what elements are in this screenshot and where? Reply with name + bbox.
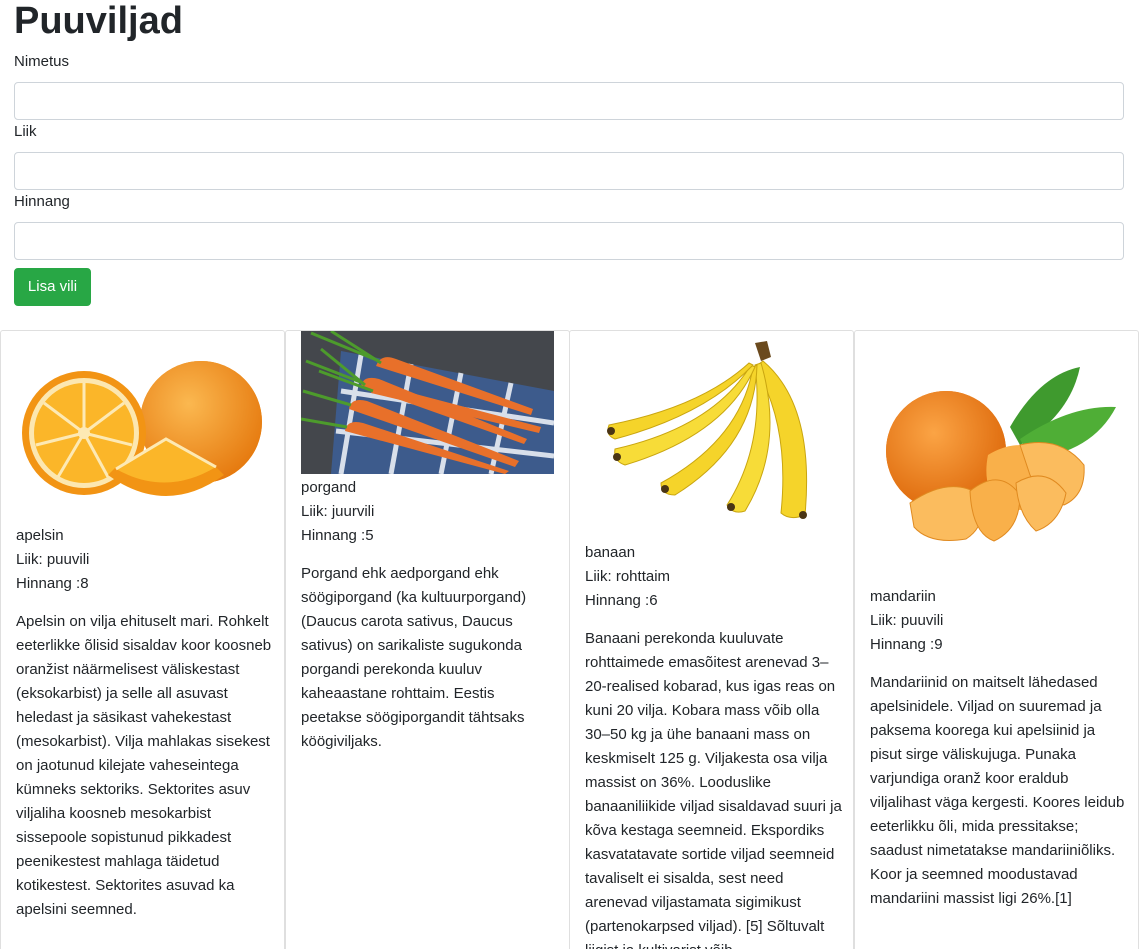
fruit-card: banaan Liik: rohttaim Hinnang :6 Banaani… <box>569 330 854 949</box>
fruit-kind: Liik: juurvili <box>301 503 375 520</box>
rating-input[interactable] <box>14 222 1124 260</box>
kind-label: Liik <box>14 123 37 140</box>
fruit-card: apelsin Liik: puuvili Hinnang :8 Apelsin… <box>0 330 285 949</box>
fruit-kind: Liik: rohttaim <box>585 568 671 585</box>
carrot-image <box>301 331 554 474</box>
fruit-card: mandariin Liik: puuvili Hinnang :9 Manda… <box>854 330 1139 949</box>
fruit-name: apelsin <box>16 527 64 544</box>
fruit-rating: Hinnang :6 <box>585 592 658 609</box>
fruit-card-body: banaan Liik: rohttaim Hinnang :6 Banaani… <box>585 541 843 949</box>
mandarin-image <box>870 355 1123 555</box>
fruit-description: Mandariinid on maitselt lähedased apelsi… <box>870 674 1125 907</box>
fruit-kind: Liik: puuvili <box>870 612 944 629</box>
name-label: Nimetus <box>14 53 70 70</box>
fruit-card: porgand Liik: juurvili Hinnang :5 Porgan… <box>285 330 570 949</box>
orange-image <box>16 347 269 522</box>
fruit-card-body: porgand Liik: juurvili Hinnang :5 Porgan… <box>301 476 559 754</box>
add-fruit-button[interactable]: Lisa vili <box>14 268 91 306</box>
fruit-description: Banaani perekonda kuuluvate rohttaimede … <box>585 630 842 949</box>
kind-input[interactable] <box>14 152 1124 190</box>
banana-image <box>585 335 838 537</box>
fruit-kind: Liik: puuvili <box>16 551 90 568</box>
fruit-name: mandariin <box>870 588 936 605</box>
fruit-card-body: mandariin Liik: puuvili Hinnang :9 Manda… <box>870 585 1128 911</box>
fruit-name: banaan <box>585 544 636 561</box>
fruit-description: Porgand ehk aedporgand ehk söögiporgand … <box>301 565 527 750</box>
fruit-card-list: apelsin Liik: puuvili Hinnang :8 Apelsin… <box>0 330 1143 949</box>
fruit-rating: Hinnang :9 <box>870 636 943 653</box>
fruit-description: Apelsin on vilja ehituselt mari. Rohkelt… <box>16 613 272 918</box>
fruit-name: porgand <box>301 479 357 496</box>
name-input[interactable] <box>14 82 1124 120</box>
fruit-card-body: apelsin Liik: puuvili Hinnang :8 Apelsin… <box>16 524 274 922</box>
fruit-rating: Hinnang :8 <box>16 575 89 592</box>
fruit-rating: Hinnang :5 <box>301 527 374 544</box>
page-title: Puuviljad <box>14 0 183 42</box>
rating-label: Hinnang <box>14 193 70 210</box>
